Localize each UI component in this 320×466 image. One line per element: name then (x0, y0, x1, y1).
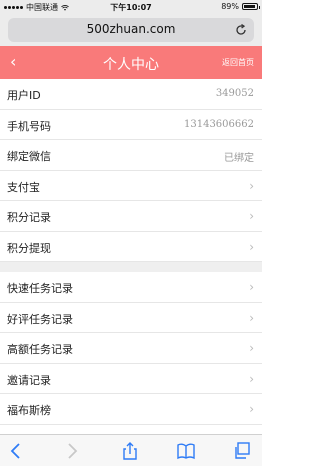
invite-record-label: 邀请记录 (7, 373, 51, 387)
review-task-record-row[interactable]: 好评任务记录 › (0, 302, 262, 333)
address-bar[interactable]: 500zhuan.com (8, 18, 254, 42)
bookmarks-icon[interactable] (176, 441, 196, 461)
user-id-row: 用户ID 349052 (0, 79, 262, 110)
user-id-value: 349052 (215, 88, 254, 99)
user-id-label: 用户ID (7, 89, 41, 102)
chevron-right-icon: › (249, 310, 254, 325)
chevron-right-icon: › (249, 280, 254, 294)
browser-address-area: 500zhuan.com (0, 14, 262, 46)
chevron-right-icon: › (249, 178, 254, 193)
chevron-right-icon: › (249, 209, 254, 223)
high-task-record-row[interactable]: 高额任务记录 › (0, 333, 262, 364)
back-icon[interactable] (6, 441, 26, 461)
page-header: ‹ 个人中心 返回首页 (0, 46, 262, 79)
alipay-row[interactable]: 支付宝 › (0, 170, 262, 201)
reload-icon[interactable] (234, 23, 248, 37)
invite-record-row[interactable]: 邀请记录 › (0, 363, 262, 394)
share-icon[interactable] (120, 441, 140, 461)
address-url[interactable]: 500zhuan.com (8, 22, 254, 36)
wechat-label: 绑定微信 (7, 150, 51, 163)
forbes-list-label: 福布斯榜 (7, 404, 51, 417)
home-link[interactable]: 返回首页 (222, 57, 254, 68)
battery-icon (242, 3, 260, 10)
status-right: 89% (221, 2, 260, 11)
status-bar: 中国联通 下午10:07 89% (0, 0, 262, 14)
wechat-row: 绑定微信 已绑定 (0, 140, 262, 171)
points-record-label: 积分记录 (7, 211, 51, 224)
wechat-value: 已绑定 (224, 153, 254, 164)
chevron-right-icon: › (249, 341, 254, 355)
phone-label: 手机号码 (7, 119, 51, 133)
chevron-right-icon: › (249, 402, 254, 416)
points-record-row[interactable]: 积分记录 › (0, 201, 262, 232)
chevron-right-icon: › (249, 371, 254, 386)
tabs-icon[interactable] (232, 441, 252, 461)
phone-row: 手机号码 13143606662 (0, 109, 262, 140)
quick-task-record-label: 快速任务记录 (7, 282, 73, 295)
points-withdraw-row[interactable]: 积分提现 › (0, 231, 262, 262)
forbes-list-row[interactable]: 福布斯榜 › (0, 394, 262, 425)
points-withdraw-label: 积分提现 (7, 241, 51, 255)
browser-toolbar (0, 434, 262, 466)
forward-icon[interactable] (62, 441, 82, 461)
review-task-record-label: 好评任务记录 (7, 312, 73, 326)
section-divider (0, 262, 262, 272)
chevron-right-icon: › (249, 239, 254, 254)
profile-menu: 用户ID 349052 手机号码 13143606662 绑定微信 已绑定 支付… (0, 79, 262, 425)
phone-value: 13143606662 (184, 118, 254, 130)
high-task-record-label: 高额任务记录 (7, 343, 73, 356)
battery-percent: 89% (221, 2, 239, 11)
quick-task-record-row[interactable]: 快速任务记录 › (0, 272, 262, 303)
alipay-label: 支付宝 (7, 180, 40, 194)
